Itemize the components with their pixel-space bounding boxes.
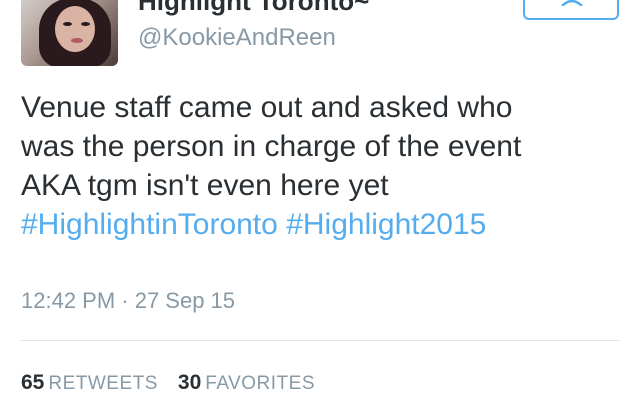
- tweet-stats: 65 RETWEETS 30 FAVORITES: [21, 371, 335, 395]
- tweet-line: AKA tgm isn't even here yet: [21, 169, 389, 202]
- avatar-eye: [63, 22, 72, 26]
- avatar-face: [55, 6, 95, 52]
- retweets-stat[interactable]: 65 RETWEETS: [21, 371, 158, 395]
- person-icon: [561, 0, 583, 6]
- retweets-label: RETWEETS: [48, 373, 158, 394]
- tweet-line: Venue staff came out and asked who: [21, 91, 513, 124]
- avatar-lips: [71, 38, 83, 43]
- favorites-count: 30: [177, 371, 202, 394]
- hashtag-link[interactable]: #Highlight2015: [286, 208, 486, 241]
- favorites-stat[interactable]: 30 FAVORITES: [178, 371, 315, 395]
- display-name[interactable]: Highlight Toronto~: [138, 0, 369, 17]
- avatar-eye: [81, 22, 90, 26]
- follow-button[interactable]: [523, 0, 619, 20]
- avatar[interactable]: [21, 0, 118, 66]
- user-handle[interactable]: @KookieAndReen: [138, 24, 336, 52]
- tweet-text: Venue staff came out and asked who was t…: [21, 88, 621, 244]
- hashtag-link[interactable]: #HighlightinToronto: [21, 208, 278, 241]
- tweet-timestamp: 12:42 PM · 27 Sep 15: [21, 288, 236, 313]
- divider: [21, 340, 619, 341]
- retweets-count: 65: [21, 371, 45, 394]
- tweet-line: was the person in charge of the event: [21, 130, 522, 163]
- favorites-label: FAVORITES: [205, 373, 316, 394]
- tweet-hashtags: #HighlightinToronto #Highlight2015: [21, 205, 621, 244]
